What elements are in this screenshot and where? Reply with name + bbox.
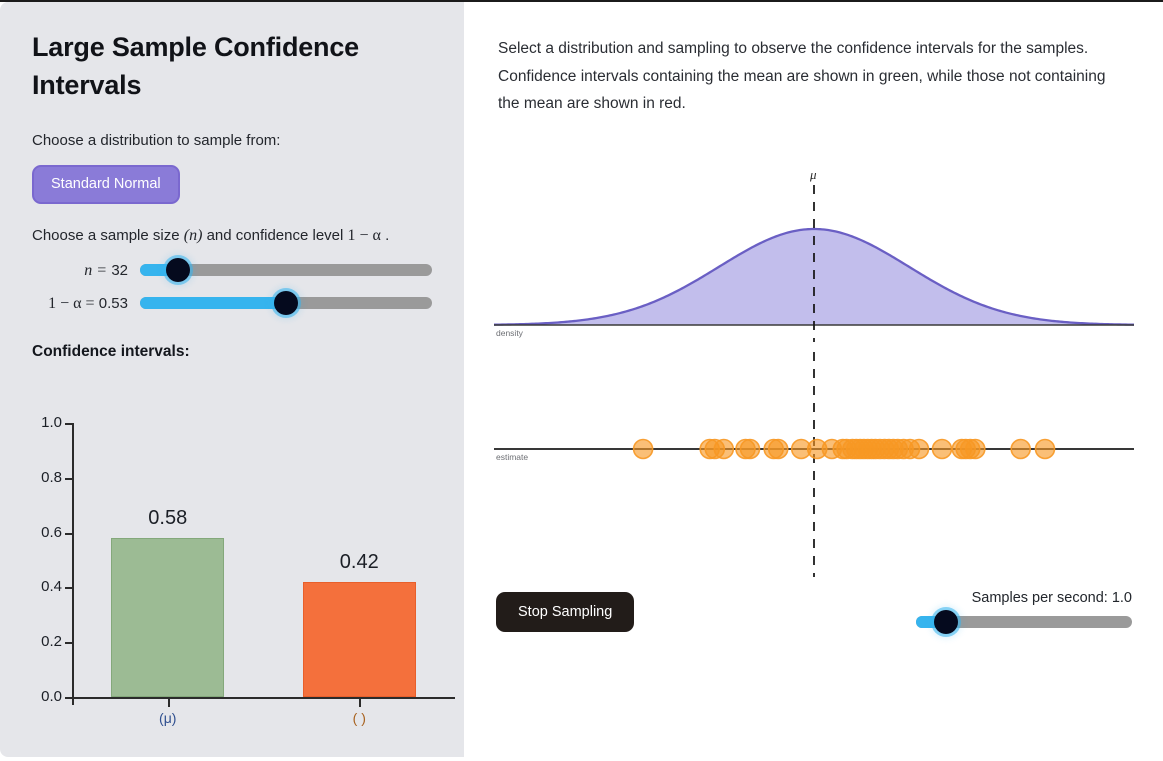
estimate-point bbox=[1034, 438, 1056, 460]
y-axis-tick-label: 0.2 bbox=[41, 633, 62, 651]
estimate-point bbox=[713, 438, 735, 460]
estimate-point bbox=[1010, 438, 1032, 460]
params-prompt-n: (n) bbox=[183, 227, 203, 245]
intro-text: Select a distribution and sampling to ob… bbox=[498, 40, 1106, 113]
y-axis-tick-label: 0.6 bbox=[41, 523, 62, 541]
estimate-plot-svg bbox=[494, 352, 1134, 577]
x-axis-tick bbox=[359, 699, 362, 707]
params-prompt-mid: and confidence level bbox=[202, 227, 348, 245]
mu-marker-label: μ bbox=[810, 167, 817, 182]
samples-per-second-control: Samples per second: 1.0 bbox=[916, 590, 1132, 634]
estimate-point bbox=[908, 438, 930, 460]
x-axis-tick bbox=[167, 699, 170, 707]
params-prompt-post: . bbox=[380, 227, 390, 245]
density-plot: μ density bbox=[493, 167, 1135, 342]
estimate-point bbox=[964, 438, 986, 460]
density-curve-svg bbox=[493, 185, 1135, 342]
confidence-level-slider-track[interactable] bbox=[140, 290, 432, 315]
distribution-button-standard-normal[interactable]: Standard Normal bbox=[32, 165, 180, 205]
params-prompt-alpha: 1 − α bbox=[347, 227, 381, 245]
confidence-level-slider-row: 1 − α = 0.53 bbox=[32, 290, 432, 315]
x-axis-category-label: ( ) bbox=[352, 710, 366, 726]
bar-2 bbox=[302, 581, 416, 697]
samples-per-second-slider-track[interactable] bbox=[916, 610, 1132, 634]
samples-per-second-slider-knob[interactable] bbox=[934, 610, 959, 634]
y-axis-tick bbox=[65, 423, 73, 425]
y-axis-tick bbox=[65, 587, 73, 590]
estimate-axis-label: estimate bbox=[496, 452, 529, 462]
y-axis-tick bbox=[65, 477, 73, 480]
estimate-plot: estimate bbox=[494, 352, 1134, 577]
sample-size-label: n = 32 bbox=[32, 260, 140, 280]
confidence-level-symbol: 1 − α = bbox=[48, 294, 95, 312]
stop-sampling-button[interactable]: Stop Sampling bbox=[496, 592, 635, 632]
params-prompt-pre: Choose a sample size bbox=[32, 227, 184, 245]
estimate-point bbox=[739, 438, 761, 460]
y-axis-tick bbox=[65, 697, 73, 699]
x-axis-line bbox=[72, 697, 455, 699]
confidence-intervals-bar-chart: 1.0 0.8 0.6 0.4 0.2 0.0 0.58 (μ) 0.42 ( ) bbox=[22, 405, 455, 735]
confidence-level-value: 0.53 bbox=[98, 294, 128, 312]
confidence-level-slider-fill bbox=[140, 296, 286, 309]
y-axis-tick-label: 0.4 bbox=[41, 578, 62, 596]
main-panel: Select a distribution and sampling to ob… bbox=[464, 2, 1163, 761]
bar-value-label: 0.58 bbox=[148, 507, 188, 530]
sample-size-symbol: n = bbox=[84, 261, 108, 279]
y-axis-tick bbox=[65, 642, 73, 645]
estimate-point bbox=[767, 438, 789, 460]
distribution-prompt: Choose a distribution to sample from: bbox=[32, 131, 281, 149]
estimate-point bbox=[931, 438, 953, 460]
y-axis-tick-label: 0.8 bbox=[41, 468, 62, 486]
y-axis-tick-label: 0.0 bbox=[41, 688, 62, 705]
bar-1 bbox=[111, 538, 225, 697]
samples-per-second-label: Samples per second: 1.0 bbox=[971, 590, 1132, 606]
sample-size-slider-track[interactable] bbox=[140, 257, 432, 282]
estimate-point bbox=[632, 438, 654, 460]
parameters-prompt: Choose a sample size (n) and confidence … bbox=[32, 226, 432, 247]
sample-size-slider-knob[interactable] bbox=[165, 257, 190, 282]
y-axis-tick bbox=[65, 532, 73, 535]
sample-size-slider-row: n = 32 bbox=[32, 257, 432, 282]
confidence-intervals-heading: Confidence intervals: bbox=[32, 342, 190, 360]
sample-size-value: 32 bbox=[111, 261, 128, 279]
page-title: Large Sample Confidence Intervals bbox=[32, 32, 359, 101]
bar-value-label: 0.42 bbox=[339, 550, 379, 573]
density-axis-label: density bbox=[496, 328, 523, 338]
app-root: Large Sample Confidence Intervals Choose… bbox=[0, 0, 1163, 761]
confidence-level-slider-knob[interactable] bbox=[274, 290, 298, 315]
y-axis-tick-label: 1.0 bbox=[41, 414, 62, 431]
y-axis-line bbox=[72, 423, 74, 705]
confidence-level-label: 1 − α = 0.53 bbox=[32, 293, 140, 313]
x-axis-category-label: (μ) bbox=[159, 710, 177, 726]
